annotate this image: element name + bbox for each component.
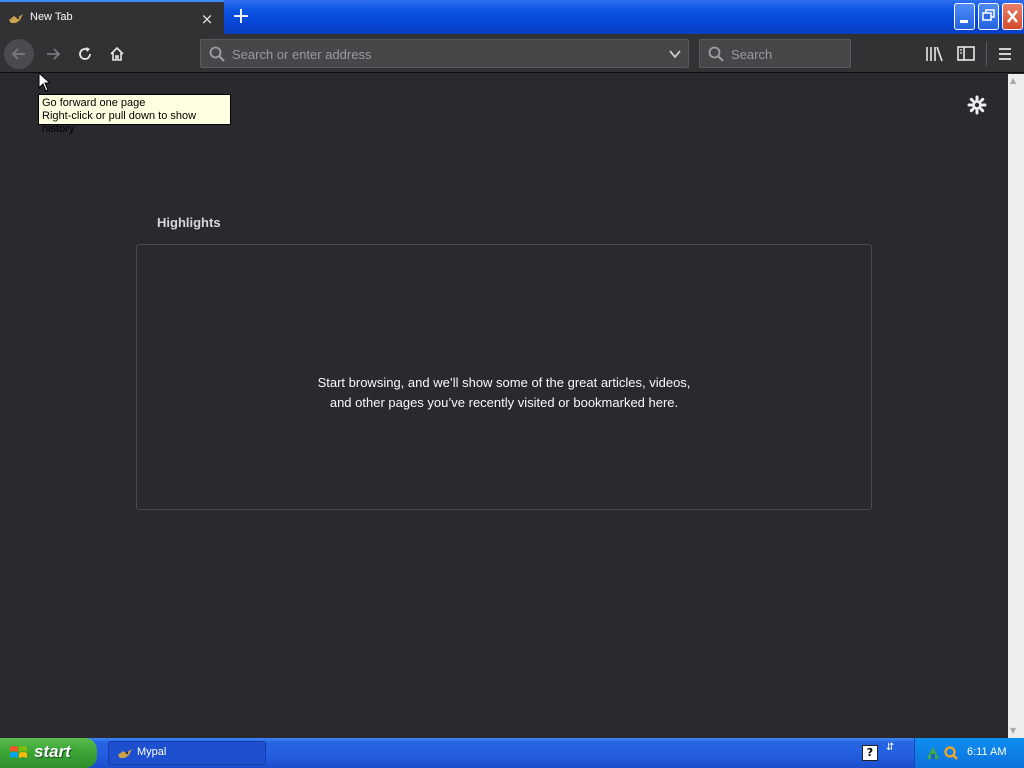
minimize-button[interactable] xyxy=(954,3,975,30)
minimize-icon xyxy=(960,20,968,23)
mypal-favicon-icon xyxy=(9,14,23,23)
search-icon xyxy=(708,46,724,62)
highlights-empty-message: Start browsing, and we’ll show some of t… xyxy=(317,375,691,410)
search-input[interactable] xyxy=(731,46,841,62)
tab-new-tab[interactable]: New Tab × xyxy=(0,0,224,34)
windows-logo-icon xyxy=(10,746,27,758)
highlights-heading: Highlights xyxy=(157,215,221,230)
forward-button[interactable] xyxy=(38,39,68,69)
tooltip-line-2: Right-click or pull down to show history xyxy=(42,110,197,135)
help-icon[interactable]: ? xyxy=(862,745,878,761)
forward-arrow-icon xyxy=(47,48,61,60)
gear-icon xyxy=(967,95,987,115)
scroll-down-arrow-icon[interactable]: ▼ xyxy=(1010,726,1016,735)
page-settings-button[interactable] xyxy=(966,94,988,116)
sidebar-button[interactable] xyxy=(954,43,978,65)
search-icon xyxy=(209,46,225,62)
start-button[interactable]: start xyxy=(0,738,97,768)
open-menu-button[interactable] xyxy=(993,43,1017,65)
clock[interactable]: 6:11 AM xyxy=(967,746,1007,758)
home-button[interactable] xyxy=(102,39,132,69)
taskbar-item-label: Mypal xyxy=(137,746,167,758)
back-arrow-icon xyxy=(11,48,25,60)
reload-button[interactable] xyxy=(70,39,100,69)
address-bar[interactable] xyxy=(200,39,689,68)
chevron-down-icon[interactable] xyxy=(667,46,683,62)
new-tab-button[interactable]: + xyxy=(228,4,254,30)
tab-strip: New Tab × + xyxy=(0,0,1024,34)
scroll-up-arrow-icon[interactable]: ▲ xyxy=(1010,76,1016,85)
restore-button[interactable] xyxy=(978,3,999,30)
close-tab-icon[interactable]: × xyxy=(198,10,216,28)
address-input[interactable] xyxy=(232,46,652,62)
tab-title: New Tab xyxy=(30,11,73,23)
reload-icon xyxy=(79,47,91,60)
taskbar-item-mypal[interactable]: Mypal xyxy=(108,741,266,765)
close-window-button[interactable] xyxy=(1002,3,1023,30)
forward-button-tooltip: Go forward one page Right-click or pull … xyxy=(38,94,231,135)
sidebar-icon xyxy=(957,46,975,61)
search-tray-icon[interactable] xyxy=(943,745,959,761)
mypal-favicon-icon xyxy=(118,749,132,758)
close-icon xyxy=(1007,10,1018,23)
restore-icon xyxy=(982,9,995,21)
search-bar[interactable] xyxy=(699,39,851,68)
library-icon xyxy=(926,46,943,62)
mouse-cursor-icon xyxy=(38,72,50,92)
system-tray: 6:11 AM xyxy=(914,738,1024,768)
library-button[interactable] xyxy=(922,43,946,65)
taskbar: start Mypal ? ⇵ 6:11 AM xyxy=(0,738,1024,768)
tooltip-line-1: Go forward one page xyxy=(42,97,146,109)
home-icon xyxy=(110,46,124,61)
toolbar-separator xyxy=(986,42,987,66)
hamburger-menu-icon xyxy=(999,48,1011,60)
vertical-scrollbar[interactable] xyxy=(1008,74,1024,738)
tray-expand-arrows-icon[interactable]: ⇵ xyxy=(886,743,894,753)
start-label: start xyxy=(34,742,71,761)
back-button[interactable] xyxy=(4,39,34,69)
network-icon[interactable] xyxy=(925,745,941,761)
